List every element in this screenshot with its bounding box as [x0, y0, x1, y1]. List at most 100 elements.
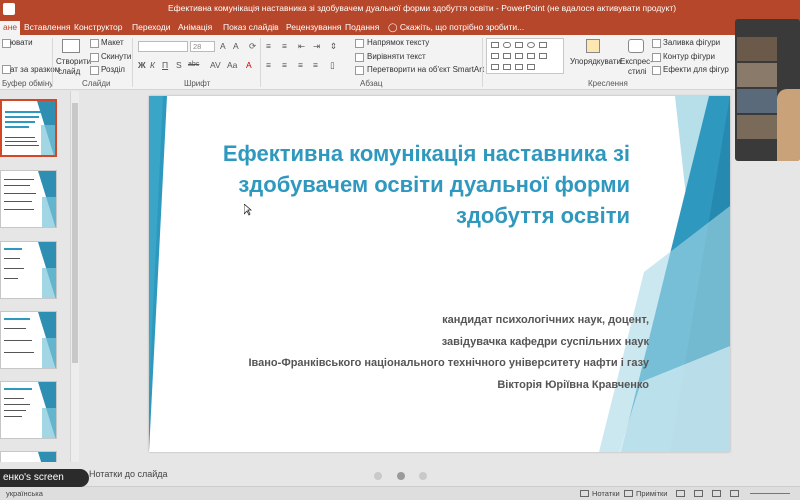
quick-styles-icon[interactable]: [628, 39, 644, 53]
reset-button[interactable]: Скинути: [101, 52, 131, 62]
slide-thumbnail-4[interactable]: [0, 311, 57, 369]
slide-thumbnail-5[interactable]: [0, 381, 57, 439]
slide-thumbnail-3[interactable]: [0, 241, 57, 299]
align-center-icon[interactable]: ≡: [282, 60, 287, 70]
slide-subtitle[interactable]: кандидат психологічних наук, доцент, зав…: [169, 310, 650, 396]
comments-icon[interactable]: [624, 490, 633, 497]
tab-view[interactable]: Подання: [345, 21, 379, 35]
shape-fill-button[interactable]: Заливка фігури: [663, 38, 720, 48]
increase-indent-icon[interactable]: ⇥: [313, 41, 320, 51]
comments-button[interactable]: Примітки: [636, 489, 667, 498]
slide-thumbnail-6[interactable]: [0, 451, 57, 462]
star-shape-icon[interactable]: [527, 53, 535, 59]
star-shape-icon[interactable]: [527, 64, 535, 70]
change-case-icon[interactable]: Aa: [227, 60, 237, 70]
arrow-shape-icon[interactable]: [503, 53, 511, 59]
arrange-button[interactable]: Упорядкувати: [570, 57, 621, 67]
font-name-combo[interactable]: [138, 41, 188, 52]
arrow-shape-icon[interactable]: [515, 53, 523, 59]
tab-home[interactable]: ане: [0, 21, 21, 35]
language-indicator[interactable]: українська: [6, 489, 43, 498]
grow-font-icon[interactable]: A: [220, 41, 226, 51]
decrease-indent-icon[interactable]: ⇤: [298, 41, 305, 51]
rectangle-shape-icon[interactable]: [515, 42, 523, 48]
bold-button[interactable]: Ж: [138, 60, 146, 70]
notes-button[interactable]: Нотатки: [592, 489, 620, 498]
font-color-icon[interactable]: A: [246, 60, 252, 70]
slide-thumbnail-1[interactable]: [0, 99, 57, 157]
notes-icon[interactable]: [580, 490, 589, 497]
line-shape-icon[interactable]: [491, 64, 499, 70]
shrink-font-icon[interactable]: A: [233, 41, 239, 51]
slide-position-dot-active[interactable]: [397, 472, 405, 480]
slide-thumbnail-2[interactable]: [0, 170, 57, 228]
curve-shape-icon[interactable]: [503, 64, 511, 70]
tab-transitions[interactable]: Переходи: [132, 21, 171, 35]
new-slide-icon[interactable]: [62, 39, 80, 53]
zoom-slider[interactable]: [750, 493, 790, 494]
thumbnail-title-line: [4, 318, 30, 320]
shape-effects-button[interactable]: Ефекти для фігур: [663, 65, 729, 75]
underline-button[interactable]: П: [162, 60, 168, 70]
slide-position-dot[interactable]: [374, 472, 382, 480]
bracket-shape-icon[interactable]: [515, 64, 523, 70]
tab-slide-show[interactable]: Показ слайдів: [223, 21, 279, 35]
align-left-icon[interactable]: ≡: [266, 60, 271, 70]
quick-styles-button-line2[interactable]: стилі: [628, 67, 647, 77]
notes-label[interactable]: Нотатки до слайда: [89, 469, 168, 479]
reading-view-icon[interactable]: [712, 490, 721, 497]
justify-icon[interactable]: ≡: [313, 60, 318, 70]
smartart-button[interactable]: Перетворити на об'єкт SmartArt: [367, 65, 484, 75]
rectangle-shape-icon[interactable]: [539, 42, 547, 48]
line-spacing-icon[interactable]: ⇕: [330, 41, 337, 51]
slide-position-dot[interactable]: [419, 472, 427, 480]
tab-design[interactable]: Конструктор: [74, 21, 122, 35]
italic-button[interactable]: К: [150, 60, 155, 70]
tell-me-search[interactable]: ◯ Скажіть, що потрібно зробити...: [388, 21, 524, 33]
scrollbar-thumb[interactable]: [72, 103, 78, 363]
font-size-combo[interactable]: 28: [190, 41, 215, 52]
oval-shape-icon[interactable]: [503, 42, 511, 48]
shape-outline-icon[interactable]: [652, 53, 661, 62]
current-slide[interactable]: Ефективна комунікація наставника зі здоб…: [149, 96, 730, 452]
text-direction-icon[interactable]: [355, 39, 364, 48]
shape-outline-button[interactable]: Контур фігури: [663, 52, 715, 62]
slide-title[interactable]: Ефективна комунікація наставника зі здоб…: [210, 138, 630, 231]
tab-insert[interactable]: Вставлення: [24, 21, 70, 35]
strikethrough-button[interactable]: abc: [188, 60, 199, 70]
section-icon[interactable]: [90, 66, 99, 75]
new-slide-button-line2[interactable]: слайд: [58, 67, 80, 77]
align-text-icon[interactable]: [355, 53, 364, 62]
align-text-button[interactable]: Вирівняти текст: [367, 52, 426, 62]
bullets-icon[interactable]: ≡: [266, 41, 271, 51]
triangle-shape-icon[interactable]: [491, 53, 499, 59]
slide-show-icon[interactable]: [730, 490, 739, 497]
thumbnails-scrollbar[interactable]: [70, 91, 79, 462]
copy-button[interactable]: ювати: [10, 38, 33, 48]
columns-icon[interactable]: ▯: [330, 60, 335, 70]
section-button[interactable]: Розділ: [101, 65, 125, 75]
slide-sorter-icon[interactable]: [694, 490, 703, 497]
arrange-icon[interactable]: [586, 39, 600, 53]
reset-icon[interactable]: [90, 53, 99, 62]
rectangle-shape-icon[interactable]: [491, 42, 499, 48]
smartart-icon[interactable]: [355, 66, 364, 75]
shape-fill-icon[interactable]: [652, 39, 661, 48]
circle-shape-icon[interactable]: [527, 42, 535, 48]
new-slide-button[interactable]: Створити: [56, 57, 91, 67]
tab-review[interactable]: Рецензування: [286, 21, 341, 35]
clear-format-icon[interactable]: ⟳: [249, 41, 256, 51]
normal-view-icon[interactable]: [676, 490, 685, 497]
text-direction-button[interactable]: Напрямок тексту: [367, 38, 429, 48]
char-spacing-icon[interactable]: AV: [210, 60, 221, 70]
shape-effects-icon[interactable]: [652, 66, 661, 75]
tab-animations[interactable]: Анімація: [178, 21, 212, 35]
quick-styles-button[interactable]: Експрес-: [620, 57, 653, 67]
shadow-button[interactable]: S: [176, 60, 182, 70]
layout-button[interactable]: Макет: [101, 38, 124, 48]
numbering-icon[interactable]: ≡: [282, 41, 287, 51]
align-right-icon[interactable]: ≡: [298, 60, 303, 70]
layout-icon[interactable]: [90, 39, 99, 48]
shapes-gallery[interactable]: [486, 38, 564, 74]
brace-shape-icon[interactable]: [539, 53, 547, 59]
